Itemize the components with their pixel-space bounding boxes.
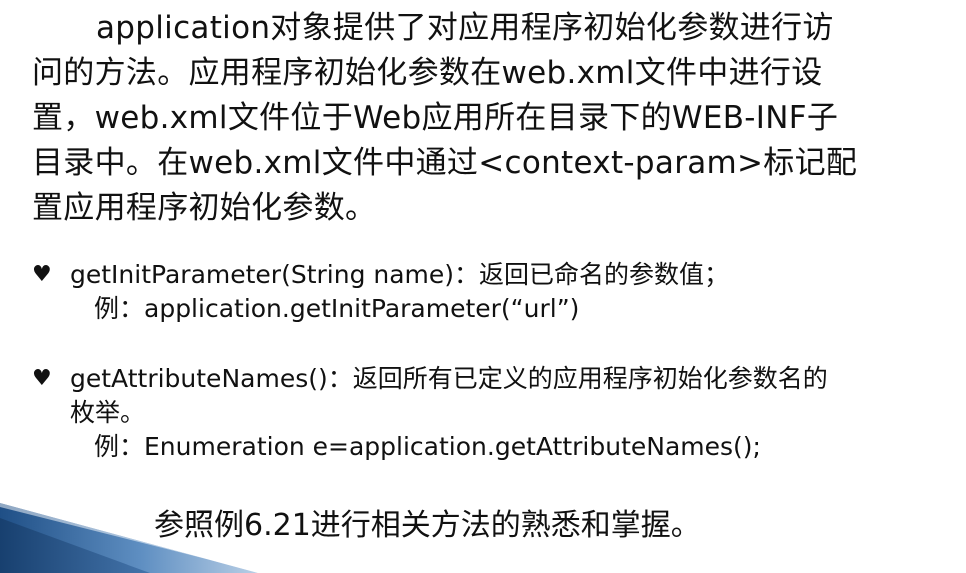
bullet-get-init-parameter: ♥ getInitParameter(String name)：返回已命名的参数… [32,258,942,326]
intro-paragraph: application对象提供了对应用程序初始化参数进行访 问的方法。应用程序初… [32,6,937,231]
intro-line-1: application对象提供了对应用程序初始化参数进行访 [32,6,937,51]
bullet-text: getAttributeNames()：返回所有已定义的应用程序初始化参数名的 [70,364,828,393]
bullet-line: ♥ getAttributeNames()：返回所有已定义的应用程序初始化参数名… [32,362,942,396]
intro-line-4: 目录中。在web.xml文件中通过<context-param>标记配 [32,145,858,181]
wedge-dark-shape [0,518,150,573]
bullet-text-continued: 枚举。 [70,398,146,427]
heart-bullet-icon: ♥ [32,262,52,287]
intro-line-3: 置，web.xml文件位于Web应用所在目录下的WEB-INF子 [32,100,839,136]
bullet-text: getInitParameter(String name)：返回已命名的参数值； [70,260,730,289]
footer-note: 参照例6.21进行相关方法的熟悉和掌握。 [154,508,701,543]
bullet-example: 例：application.getInitParameter(“url”) [94,294,580,323]
bullet-get-attribute-names: ♥ getAttributeNames()：返回所有已定义的应用程序初始化参数名… [32,362,942,464]
intro-line-1-text: application对象提供了对应用程序初始化参数进行访 [96,10,834,46]
bullet-example: 例：Enumeration e=application.getAttribute… [94,432,761,461]
intro-line-5: 置应用程序初始化参数。 [32,190,377,226]
heart-bullet-icon: ♥ [32,366,52,391]
bullet-line: ♥ getInitParameter(String name)：返回已命名的参数… [32,258,942,292]
intro-line-2: 问的方法。应用程序初始化参数在web.xml文件中进行设 [32,55,823,91]
